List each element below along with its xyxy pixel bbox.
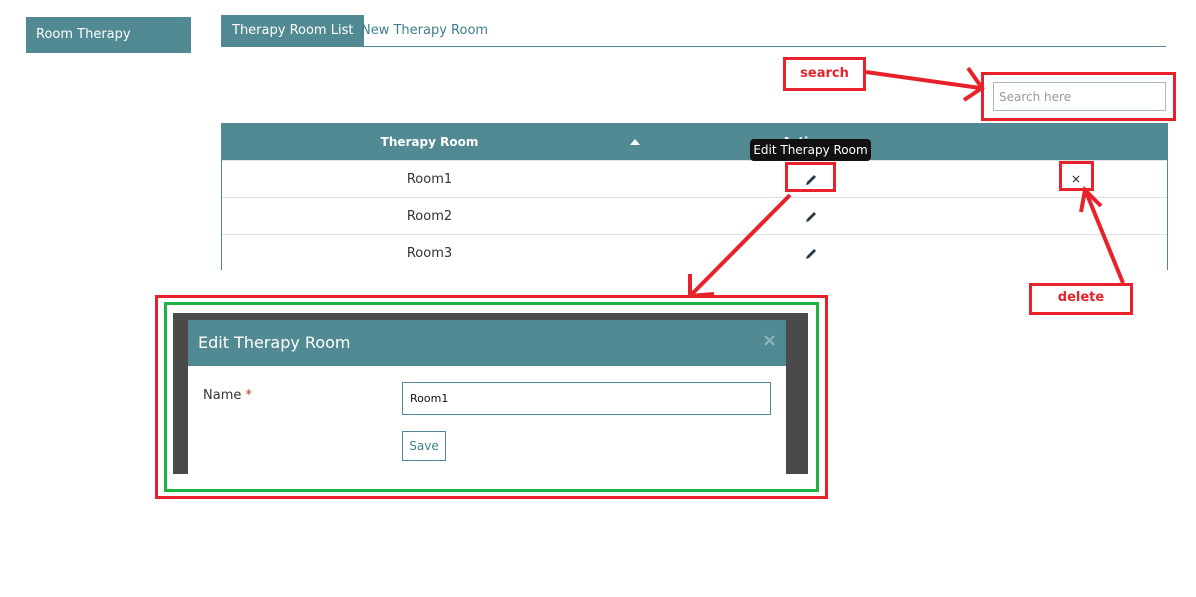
delete-arrow-line — [1084, 191, 1125, 284]
search-arrow-line — [865, 70, 981, 90]
edit-therapy-room-modal: Edit Therapy Room × Name * Save — [188, 320, 786, 485]
required-mark: * — [245, 388, 253, 403]
save-button[interactable]: Save — [402, 431, 446, 461]
modal-header: Edit Therapy Room × — [188, 320, 786, 366]
name-label: Name * — [203, 388, 252, 403]
close-icon[interactable]: × — [762, 330, 777, 351]
search-arrow-head — [962, 66, 985, 102]
name-label-text: Name — [203, 388, 242, 403]
modal-title: Edit Therapy Room — [198, 333, 351, 352]
name-field[interactable] — [402, 382, 771, 415]
edit-arrow-line — [690, 193, 792, 296]
